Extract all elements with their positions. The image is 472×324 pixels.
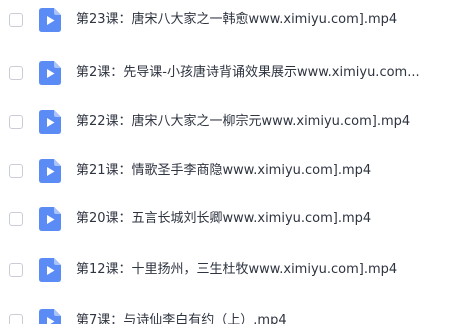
video-file-icon: [39, 207, 61, 231]
file-list: 第23课：唐宋八大家之一韩愈www.ximiyu.com].mp4 第2课：先导…: [0, 0, 472, 324]
list-item[interactable]: 第2课：先导课-小孩唐诗背诵效果展示www.ximiyu.com...: [0, 55, 472, 91]
file-name[interactable]: 第23课：唐宋八大家之一韩愈www.ximiyu.com].mp4: [76, 2, 397, 38]
row-checkbox[interactable]: [9, 212, 23, 226]
row-checkbox[interactable]: [9, 13, 23, 27]
file-name[interactable]: 第7课：与诗仙李白有约（上）.mp4: [76, 303, 287, 324]
row-checkbox[interactable]: [9, 115, 23, 129]
list-item[interactable]: 第20课：五言长城刘长卿www.ximiyu.com].mp4: [0, 201, 472, 237]
list-item[interactable]: 第12课：十里扬州，三生杜牧www.ximiyu.com].mp4: [0, 252, 472, 288]
list-item[interactable]: 第7课：与诗仙李白有约（上）.mp4: [0, 303, 472, 324]
file-name[interactable]: 第20课：五言长城刘长卿www.ximiyu.com].mp4: [76, 201, 371, 237]
list-item[interactable]: 第23课：唐宋八大家之一韩愈www.ximiyu.com].mp4: [0, 2, 472, 38]
file-name[interactable]: 第2课：先导课-小孩唐诗背诵效果展示www.ximiyu.com...: [76, 55, 420, 91]
video-file-icon: [39, 110, 61, 134]
row-checkbox[interactable]: [9, 66, 23, 80]
list-item[interactable]: 第22课：唐宋八大家之一柳宗元www.ximiyu.com].mp4: [0, 104, 472, 140]
file-name[interactable]: 第22课：唐宋八大家之一柳宗元www.ximiyu.com].mp4: [76, 104, 410, 140]
video-file-icon: [39, 8, 61, 32]
row-checkbox[interactable]: [9, 314, 23, 324]
video-file-icon: [39, 258, 61, 282]
row-checkbox[interactable]: [9, 164, 23, 178]
file-name[interactable]: 第12课：十里扬州，三生杜牧www.ximiyu.com].mp4: [76, 252, 397, 288]
video-file-icon: [39, 309, 61, 324]
row-checkbox[interactable]: [9, 263, 23, 277]
file-name[interactable]: 第21课：情歌圣手李商隐www.ximiyu.com].mp4: [76, 153, 371, 189]
video-file-icon: [39, 159, 61, 183]
video-file-icon: [39, 61, 61, 85]
list-item[interactable]: 第21课：情歌圣手李商隐www.ximiyu.com].mp4: [0, 153, 472, 189]
